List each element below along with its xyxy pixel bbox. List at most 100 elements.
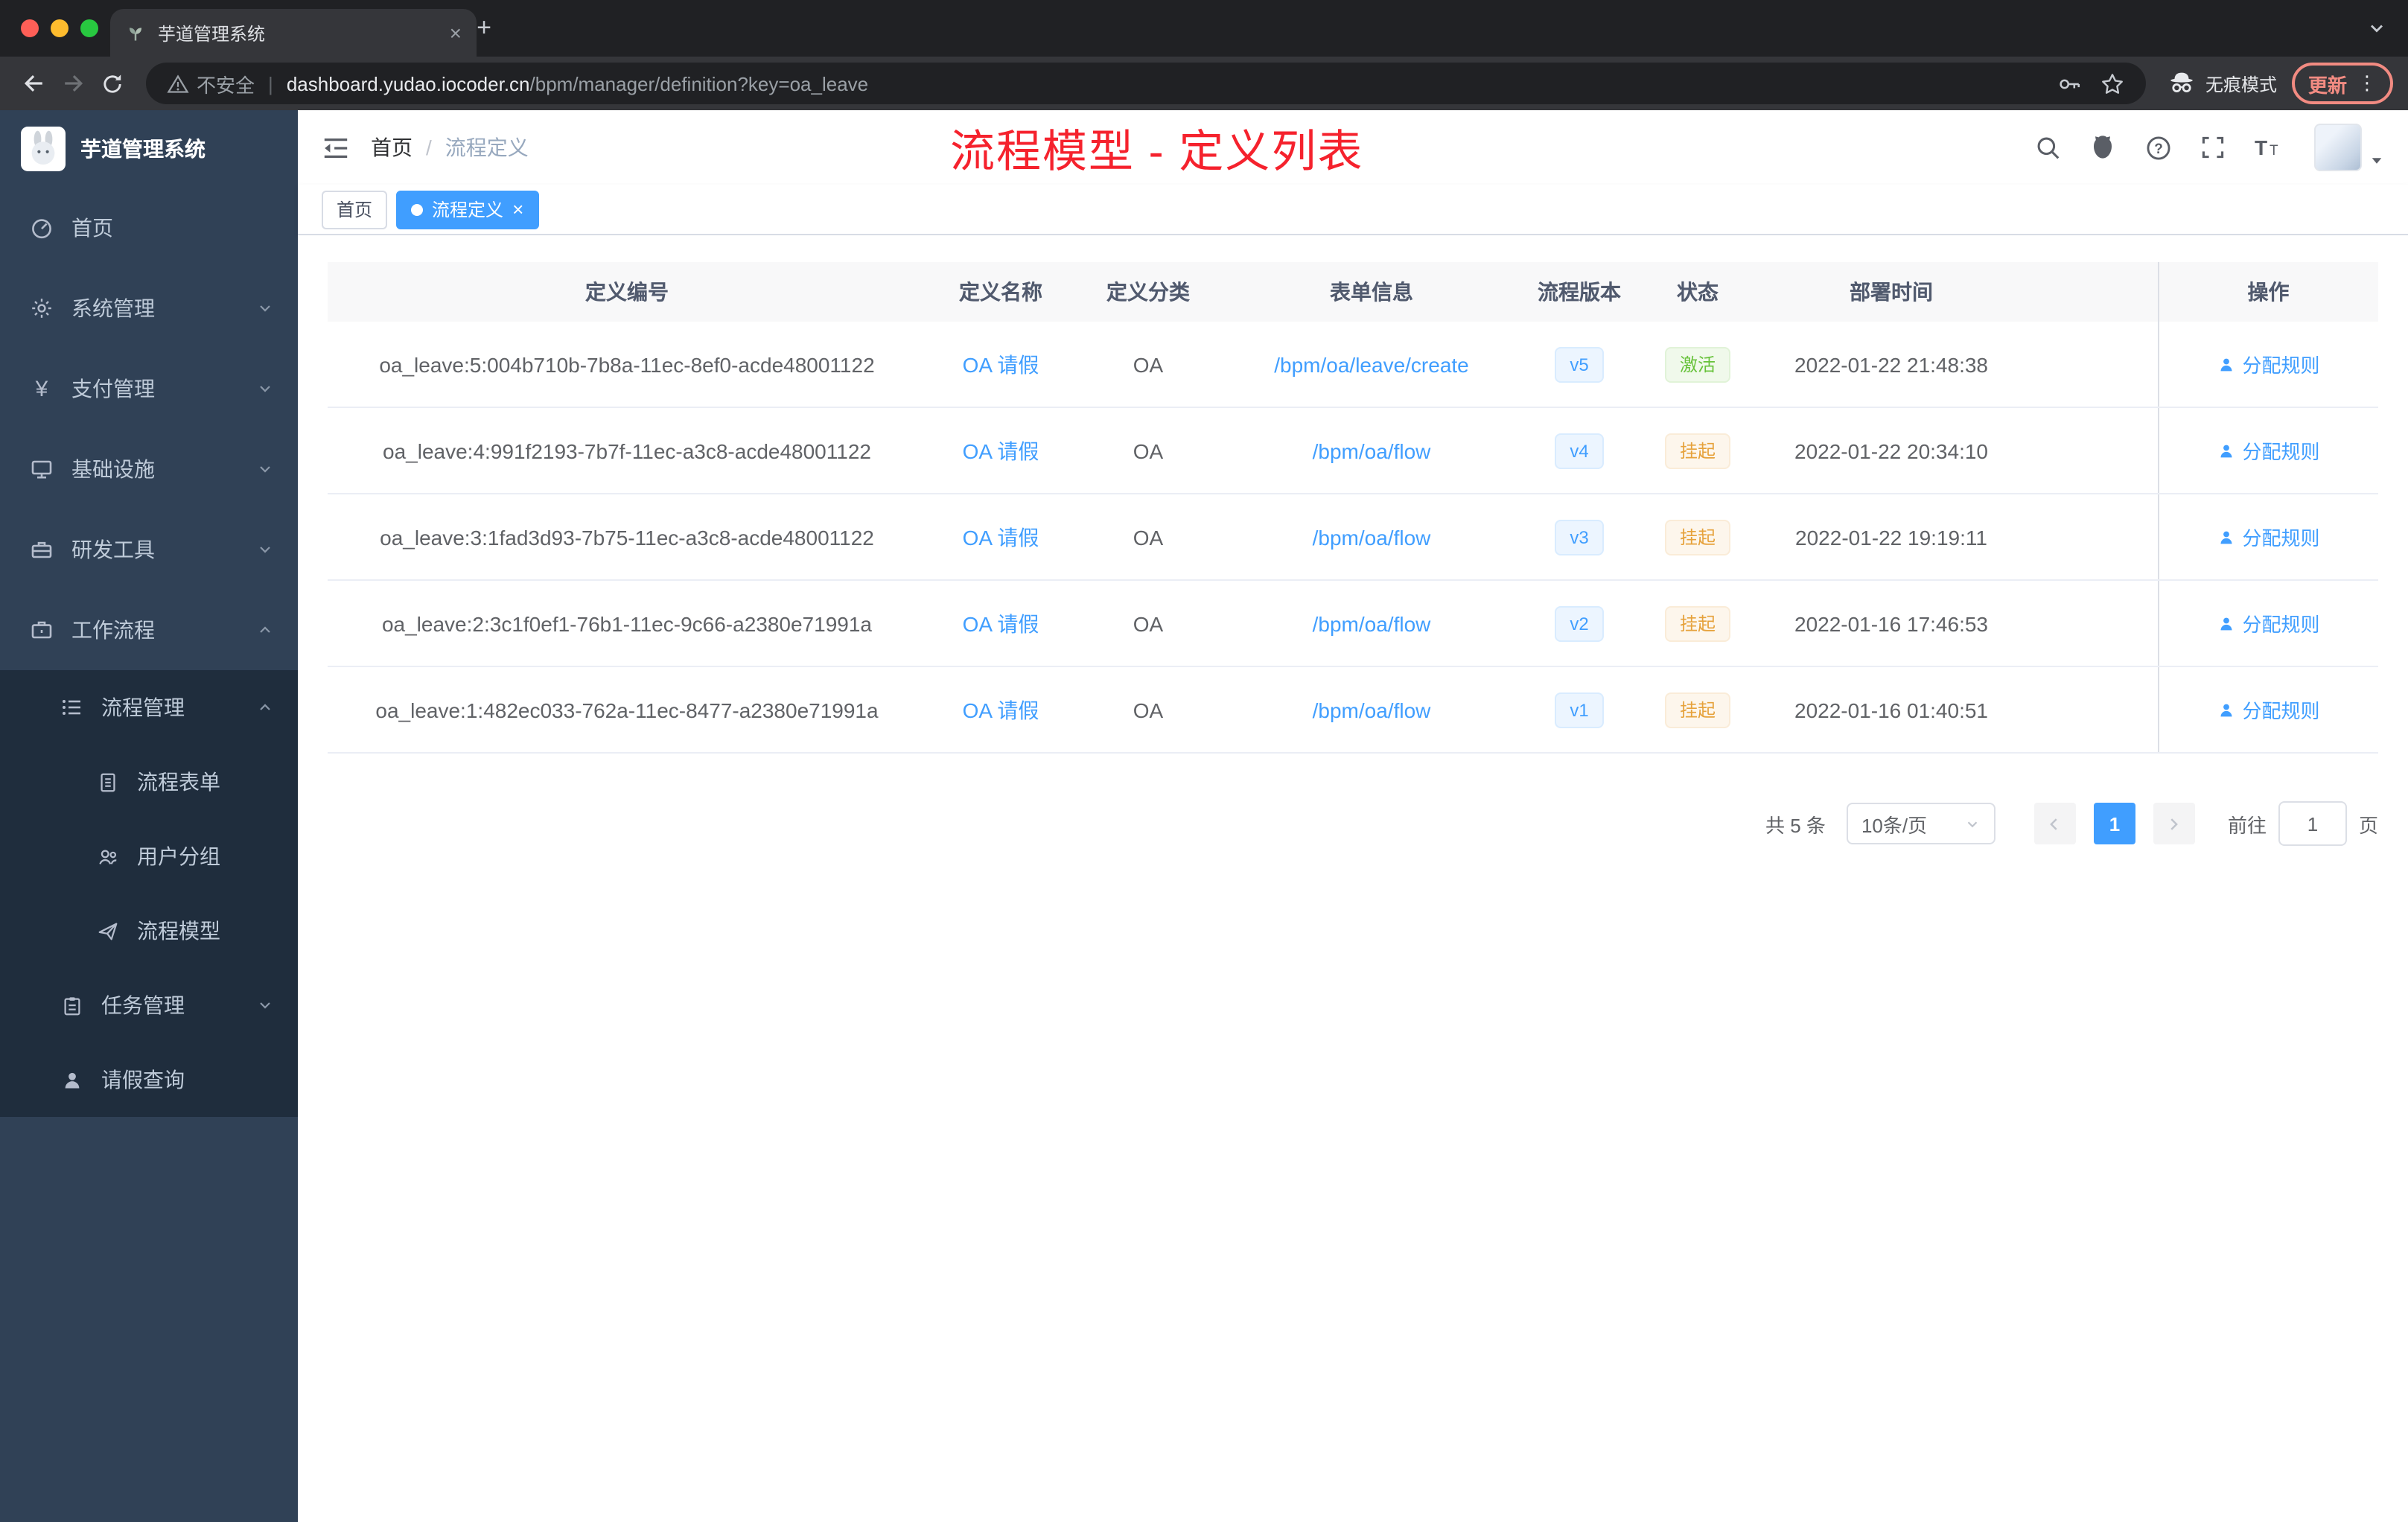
github-icon[interactable]: [2088, 133, 2118, 162]
back-icon[interactable]: [15, 64, 54, 103]
column-header: 操作: [2157, 262, 2378, 322]
font-size-icon[interactable]: TT: [2253, 133, 2283, 162]
chevron-down-icon: [256, 996, 274, 1014]
sidebar-item-task-management[interactable]: 任务管理: [0, 968, 298, 1042]
sidebar-item-label: 请假查询: [101, 1068, 185, 1092]
version-badge: v5: [1555, 346, 1604, 382]
browser-toolbar: 不安全 | dashboard.yudao.iocoder.cn/bpm/man…: [0, 57, 2408, 110]
update-label: 更新: [2307, 74, 2347, 96]
tab-title: 芋道管理系统: [158, 23, 266, 44]
sidebar-collapse-icon[interactable]: [322, 133, 350, 162]
goto-page-input[interactable]: [2278, 801, 2347, 846]
browser-update-button[interactable]: 更新 ⋮: [2291, 63, 2393, 104]
fullscreen-icon[interactable]: [2198, 133, 2228, 162]
page-content: 定义编号 定义名称 定义分类 表单信息 流程版本 状态 部署时间 操作 oa_l…: [298, 235, 2408, 1522]
table-header-row: 定义编号 定义名称 定义分类 表单信息 流程版本 状态 部署时间 操作: [328, 262, 2378, 322]
pagination: 共 5 条 10条/页 1 前往 1 页: [328, 801, 2378, 846]
sidebar-logo[interactable]: 芋道管理系统: [0, 110, 298, 188]
sidebar-item-workflow[interactable]: 工作流程: [0, 590, 298, 670]
new-tab-button[interactable]: +: [468, 12, 500, 45]
sidebar-item-process-management[interactable]: 流程管理: [0, 670, 298, 745]
user-menu[interactable]: [2314, 124, 2384, 171]
definition-name-link[interactable]: OA 请假: [963, 439, 1039, 462]
filler-cell: [2024, 666, 2158, 754]
goto-label: 前往: [2227, 814, 2267, 836]
definition-name-link[interactable]: OA 请假: [963, 352, 1039, 376]
chevron-down-icon: [256, 299, 274, 317]
sidebar-item-label: 支付管理: [71, 377, 155, 401]
zoom-window-button[interactable]: [80, 19, 98, 37]
sidebar-item-process-model[interactable]: 流程模型: [0, 894, 298, 968]
tab-search-chevron-icon[interactable]: [2366, 18, 2387, 39]
chevron-down-icon: [256, 460, 274, 478]
security-warning[interactable]: 不安全: [167, 69, 255, 98]
version-badge: v3: [1555, 519, 1604, 555]
sidebar-item-system[interactable]: 系统管理: [0, 268, 298, 348]
filler-cell: [2024, 494, 2158, 581]
incognito-icon: [2167, 69, 2197, 98]
security-label: 不安全: [197, 74, 255, 96]
form-link[interactable]: /bpm/oa/leave/create: [1274, 352, 1469, 376]
tag-close-icon[interactable]: ×: [512, 200, 523, 219]
list-icon: [60, 695, 83, 719]
definition-name-link[interactable]: OA 请假: [963, 611, 1039, 635]
window-controls: [21, 19, 98, 37]
page-size-select[interactable]: 10条/页: [1846, 803, 1995, 844]
minimize-window-button[interactable]: [51, 19, 69, 37]
next-page-button[interactable]: [2153, 803, 2195, 844]
sidebar-item-label: 系统管理: [71, 296, 155, 320]
breadcrumb: 首页 / 流程定义: [371, 133, 529, 162]
column-header: 定义名称: [926, 262, 1075, 322]
close-window-button[interactable]: [21, 19, 39, 37]
definition-name-link[interactable]: OA 请假: [963, 525, 1039, 549]
sidebar-item-payment[interactable]: ¥ 支付管理: [0, 348, 298, 429]
help-icon[interactable]: ?: [2143, 133, 2173, 162]
browser-menu-icon[interactable]: ⋮: [2357, 71, 2377, 95]
filler-cell: [2024, 322, 2158, 408]
reload-icon[interactable]: [92, 64, 131, 103]
table-row: oa_leave:5:004b710b-7b8a-11ec-8ef0-acde4…: [328, 322, 2378, 408]
sidebar-item-infrastructure[interactable]: 基础设施: [0, 429, 298, 509]
sidebar-item-user-group[interactable]: 用户分组: [0, 819, 298, 894]
column-header: 定义编号: [328, 262, 926, 322]
sidebar-item-home[interactable]: 首页: [0, 188, 298, 268]
tag-process-definition[interactable]: 流程定义 ×: [396, 190, 539, 229]
assign-rule-link[interactable]: 分配规则: [2217, 436, 2320, 465]
prev-page-button[interactable]: [2033, 803, 2076, 844]
browser-tab[interactable]: 芋道管理系统 ×: [110, 9, 477, 57]
form-link[interactable]: /bpm/oa/flow: [1313, 525, 1431, 549]
form-link[interactable]: /bpm/oa/flow: [1313, 611, 1431, 635]
warning-triangle-icon: [167, 72, 189, 95]
status-badge: 激活: [1664, 346, 1730, 382]
sidebar-item-dev-tools[interactable]: 研发工具: [0, 509, 298, 590]
tab-close-icon[interactable]: ×: [450, 22, 462, 43]
form-link[interactable]: /bpm/oa/flow: [1313, 439, 1431, 462]
tags-view-bar: 首页 流程定义 ×: [298, 185, 2408, 235]
breadcrumb-home[interactable]: 首页: [371, 133, 413, 162]
assign-rule-link[interactable]: 分配规则: [2217, 523, 2320, 551]
definition-name-link[interactable]: OA 请假: [963, 698, 1039, 722]
definition-id: oa_leave:4:991f2193-7b7f-11ec-a3c8-acde4…: [328, 407, 926, 494]
table-row: oa_leave:3:1fad3d93-7b75-11ec-a3c8-acde4…: [328, 494, 2378, 581]
definition-id: oa_leave:1:482ec033-762a-11ec-8477-a2380…: [328, 666, 926, 754]
search-icon[interactable]: [2033, 133, 2063, 162]
tag-home[interactable]: 首页: [322, 190, 388, 229]
avatar[interactable]: [2314, 124, 2362, 171]
address-bar[interactable]: 不安全 | dashboard.yudao.iocoder.cn/bpm/man…: [146, 63, 2146, 104]
sidebar-item-leave-query[interactable]: 请假查询: [0, 1042, 298, 1117]
page-size-value: 10条/页: [1861, 814, 1928, 836]
page-number-button[interactable]: 1: [2093, 803, 2135, 844]
assign-rule-link[interactable]: 分配规则: [2217, 350, 2320, 378]
password-key-icon[interactable]: [2057, 71, 2082, 96]
filler-cell: [2024, 407, 2158, 494]
definition-id: oa_leave:5:004b710b-7b8a-11ec-8ef0-acde4…: [328, 322, 926, 408]
top-navbar: 首页 / 流程定义 流程模型 - 定义列表 ? T T: [298, 110, 2408, 185]
form-link[interactable]: /bpm/oa/flow: [1313, 698, 1431, 722]
assign-rule-link[interactable]: 分配规则: [2217, 609, 2320, 637]
forward-icon[interactable]: [54, 64, 92, 103]
assign-rule-link[interactable]: 分配规则: [2217, 695, 2320, 724]
column-header: 表单信息: [1221, 262, 1522, 322]
sidebar-item-process-form[interactable]: 流程表单: [0, 745, 298, 819]
sidebar-item-label: 首页: [71, 216, 113, 240]
bookmark-star-icon[interactable]: [2100, 71, 2125, 96]
